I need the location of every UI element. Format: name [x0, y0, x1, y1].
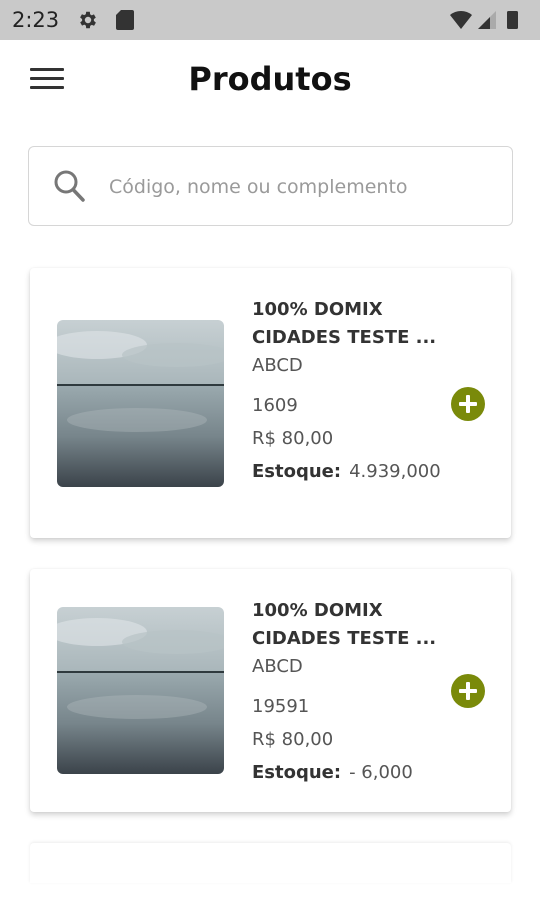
wifi-icon	[450, 10, 472, 29]
product-code: 1609	[252, 395, 298, 416]
product-name: 100% DOMIX CIDADES TESTE ...	[252, 299, 437, 348]
product-card[interactable]: 100% DOMIX CIDADES TESTE ... ABCD 1609 R…	[30, 268, 511, 538]
add-product-button[interactable]	[451, 387, 485, 421]
product-price: R$ 80,00	[252, 729, 334, 750]
product-card[interactable]: 100% DOMIX CIDADES TESTE ... ABCD 19591 …	[30, 569, 511, 812]
product-price: R$ 80,00	[252, 428, 334, 449]
stock-row: Estoque: - 6,000	[252, 759, 442, 787]
battery-icon	[507, 11, 518, 29]
product-subtitle: ABCD	[252, 656, 303, 677]
settings-icon	[80, 11, 96, 29]
product-card[interactable]	[30, 843, 511, 883]
status-bar: 2:23	[0, 0, 540, 40]
sd-card-icon	[116, 10, 134, 30]
stock-value: - 6,000	[349, 762, 413, 783]
product-image	[57, 607, 224, 774]
product-subtitle: ABCD	[252, 355, 303, 376]
search-box[interactable]	[28, 146, 513, 226]
page-title: Produtos	[188, 60, 352, 98]
status-time: 2:23	[12, 8, 60, 32]
product-image	[57, 320, 224, 487]
add-product-button[interactable]	[451, 674, 485, 708]
product-code: 19591	[252, 696, 310, 717]
status-icons	[450, 10, 518, 29]
stock-label: Estoque:	[252, 461, 342, 482]
app-header: Produtos	[0, 40, 540, 120]
search-input[interactable]	[109, 167, 489, 207]
product-info: 100% DOMIX CIDADES TESTE ... ABCD 19591 …	[252, 597, 442, 787]
product-name: 100% DOMIX CIDADES TESTE ...	[252, 600, 437, 649]
stock-value: 4.939,000	[349, 461, 441, 482]
product-info: 100% DOMIX CIDADES TESTE ... ABCD 1609 R…	[252, 296, 442, 486]
stock-label: Estoque:	[252, 762, 342, 783]
search-icon	[54, 170, 85, 202]
stock-row: Estoque: 4.939,000	[252, 458, 442, 486]
